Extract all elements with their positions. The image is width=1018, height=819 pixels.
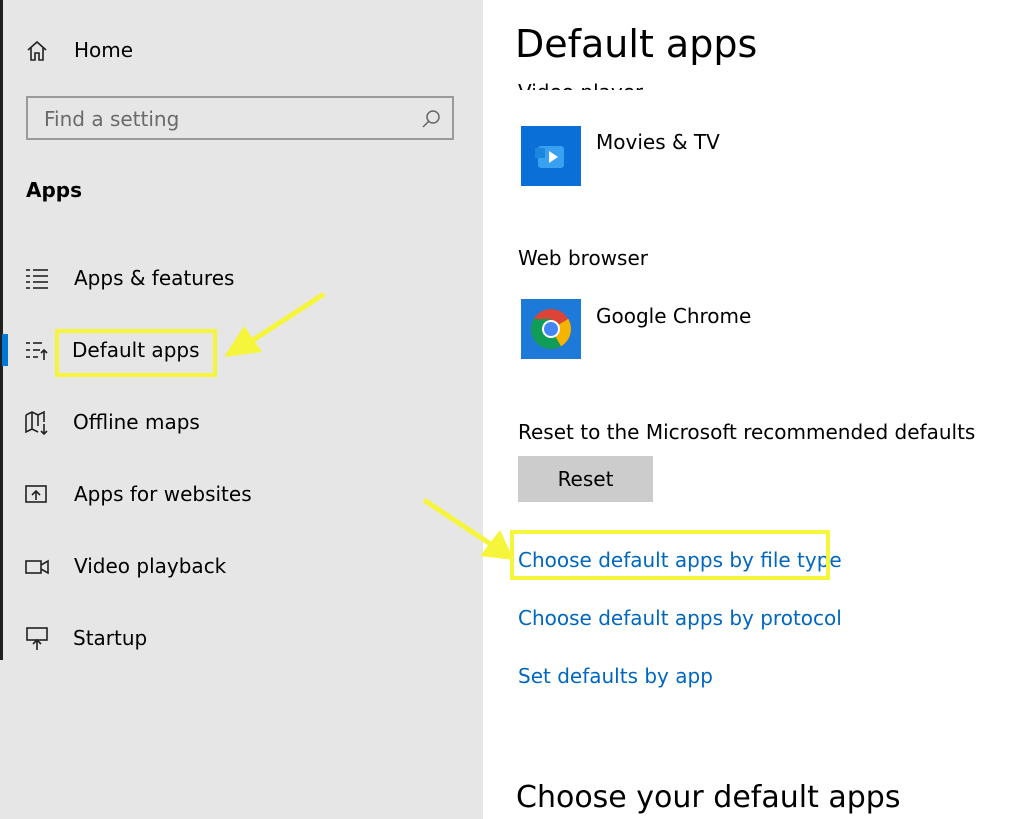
section-heading-choose-default-apps: Choose your default apps — [516, 780, 901, 815]
default-apps-icon — [24, 338, 50, 364]
web-browser-label: Web browser — [518, 246, 648, 270]
open-link-icon — [24, 482, 50, 508]
search-input[interactable] — [42, 104, 416, 134]
home-label: Home — [74, 38, 134, 62]
web-browser-app-name: Google Chrome — [596, 304, 752, 328]
sidebar-item-label: Apps & features — [74, 266, 235, 290]
movies-tv-app-button[interactable] — [521, 126, 581, 186]
link-set-defaults-by-app[interactable]: Set defaults by app — [518, 664, 713, 688]
section-title: Apps — [26, 178, 83, 202]
list-icon — [24, 266, 50, 292]
startup-icon — [24, 626, 50, 652]
sidebar-item-label: Apps for websites — [74, 482, 252, 506]
chrome-icon — [521, 299, 581, 359]
search-icon[interactable] — [420, 108, 442, 130]
video-camera-icon — [24, 554, 50, 580]
selected-indicator — [2, 334, 8, 366]
link-choose-by-protocol[interactable]: Choose default apps by protocol — [518, 606, 842, 630]
sidebar-item-label: Default apps — [72, 338, 200, 362]
movies-tv-icon — [521, 126, 581, 186]
sidebar-item-label: Startup — [73, 626, 148, 650]
window-edge — [0, 0, 3, 660]
page-title: Default apps — [515, 22, 758, 66]
video-player-app-name: Movies & TV — [596, 130, 720, 154]
link-choose-by-file-type[interactable]: Choose default apps by file type — [518, 548, 842, 572]
video-player-label: Video player — [518, 68, 643, 90]
search-box[interactable] — [26, 96, 454, 140]
google-chrome-app-button[interactable] — [521, 299, 581, 359]
map-download-icon — [24, 410, 50, 436]
reset-button[interactable]: Reset — [518, 456, 653, 502]
home-icon — [24, 38, 50, 64]
sidebar-item-label: Video playback — [74, 554, 227, 578]
reset-description: Reset to the Microsoft recommended defau… — [518, 420, 976, 444]
sidebar-item-label: Offline maps — [73, 410, 200, 434]
